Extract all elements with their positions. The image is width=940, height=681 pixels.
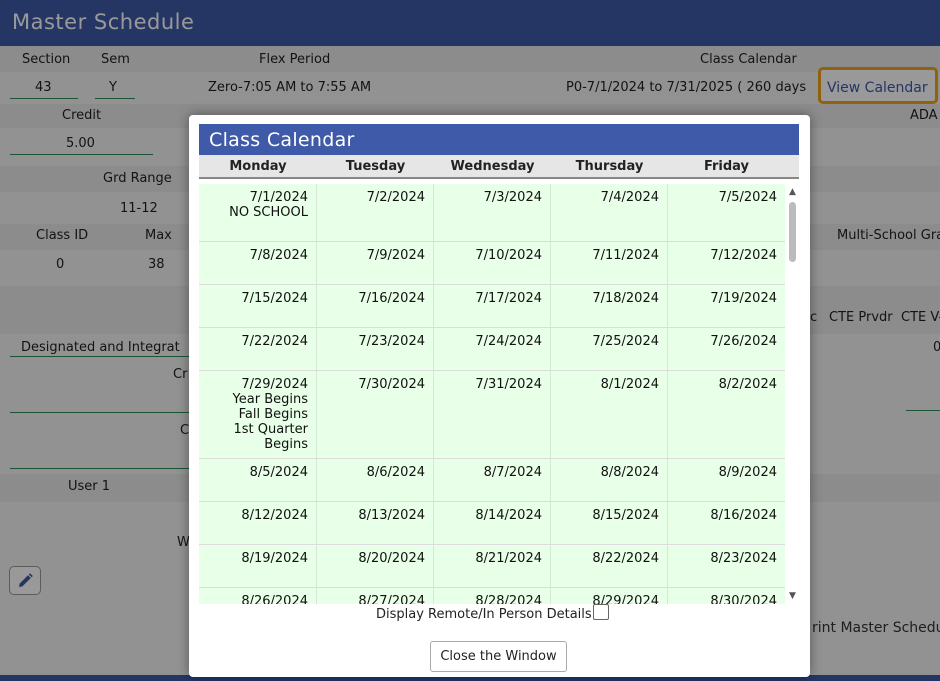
calendar-day-cell: 7/24/2024 [434,328,551,370]
calendar-day-cell: 7/9/2024 [317,242,434,284]
remote-details-checkbox[interactable] [592,603,609,620]
calendar-day-cell: 8/8/2024 [551,459,668,501]
calendar-day-cell: 8/30/2024 [668,588,785,604]
remote-details-row: Display Remote/In Person Details [376,603,609,622]
calendar-day-cell: 7/15/2024 [199,285,317,327]
calendar-day-cell: 8/7/2024 [434,459,551,501]
scroll-down-arrow-icon[interactable]: ▼ [786,590,799,602]
calendar-day-cell: 8/29/2024 [551,588,668,604]
calendar-day-cell: 8/23/2024 [668,545,785,587]
calendar-day-cell: 7/10/2024 [434,242,551,284]
calendar-day-cell: 8/22/2024 [551,545,668,587]
day-header-wednesday: Wednesday [450,159,535,174]
calendar-day-cell: 7/3/2024 [434,184,551,241]
calendar-day-cell: 7/11/2024 [551,242,668,284]
calendar-week-row: 7/15/2024 7/16/2024 7/17/2024 7/18/2024 7/19… [199,285,785,328]
calendar-day-cell: 8/9/2024 [668,459,785,501]
calendar-day-cell: 8/26/2024 [199,588,317,604]
calendar-day-cell: 7/1/2024 NO SCHOOL [199,184,317,241]
day-header-tuesday: Tuesday [345,159,406,174]
calendar-day-cell: 7/5/2024 [668,184,785,241]
day-header-friday: Friday [703,159,750,174]
calendar-day-cell: 8/28/2024 [434,588,551,604]
class-calendar-modal: Class Calendar Monday Tuesday Wednesday … [189,115,810,677]
calendar-day-cell: 7/12/2024 [668,242,785,284]
calendar-day-cell: 7/25/2024 [551,328,668,370]
close-window-button[interactable]: Close the Window [430,641,567,672]
calendar-week-row: 7/29/2024 Year Begins Fall Begins 1st Qu… [199,371,785,459]
calendar-day-cell: 8/1/2024 [551,371,668,458]
calendar-day-cell: 8/27/2024 [317,588,434,604]
calendar-day-cell: 7/16/2024 [317,285,434,327]
calendar-day-cell: 8/21/2024 [434,545,551,587]
calendar-day-cell: 7/19/2024 [668,285,785,327]
calendar-day-cell: 7/8/2024 [199,242,317,284]
scroll-thumb[interactable] [789,202,796,262]
scroll-up-arrow-icon[interactable]: ▲ [786,186,799,198]
calendar-day-cell: 8/12/2024 [199,502,317,544]
modal-title: Class Calendar [199,124,799,155]
calendar-scrollbar[interactable]: ▲ ▼ [786,184,799,604]
calendar-week-row: 7/1/2024 NO SCHOOL 7/2/2024 7/3/2024 7/4/20… [199,184,785,242]
calendar-day-cell: 7/26/2024 [668,328,785,370]
calendar-day-cell: 7/18/2024 [551,285,668,327]
calendar-day-cell: 8/15/2024 [551,502,668,544]
calendar-day-cell: 8/20/2024 [317,545,434,587]
calendar-week-row: 8/26/2024 8/27/2024 8/28/2024 8/29/2024 8/30… [199,588,785,604]
calendar-day-cell: 8/5/2024 [199,459,317,501]
calendar-day-cell: 7/17/2024 [434,285,551,327]
calendar-week-row: 8/5/2024 8/6/2024 8/7/2024 8/8/2024 8/9/2024 [199,459,785,502]
calendar-day-cell: 7/4/2024 [551,184,668,241]
calendar-day-cell: 8/2/2024 [668,371,785,458]
remote-details-label: Display Remote/In Person Details [376,607,592,622]
calendar-day-cell: 7/29/2024 Year Begins Fall Begins 1st Qu… [199,371,317,458]
calendar-day-cell: 7/2/2024 [317,184,434,241]
day-header-monday: Monday [229,159,287,174]
calendar-week-row: 8/19/2024 8/20/2024 8/21/2024 8/22/2024 8/23… [199,545,785,588]
day-header-thursday: Thursday [575,159,644,174]
calendar-grid[interactable]: 7/1/2024 NO SCHOOL 7/2/2024 7/3/2024 7/4/20… [199,184,785,604]
calendar-week-row: 8/12/2024 8/13/2024 8/14/2024 8/15/2024 8/16… [199,502,785,545]
calendar-day-cell: 8/19/2024 [199,545,317,587]
calendar-day-cell: 7/22/2024 [199,328,317,370]
calendar-day-cell: 7/30/2024 [317,371,434,458]
calendar-day-cell: 8/16/2024 [668,502,785,544]
calendar-day-cell: 8/6/2024 [317,459,434,501]
calendar-header: Monday Tuesday Wednesday Thursday Friday [199,155,799,179]
calendar-week-row: 7/22/2024 7/23/2024 7/24/2024 7/25/2024 7/26… [199,328,785,371]
calendar-day-cell: 7/31/2024 [434,371,551,458]
calendar-day-cell: 7/23/2024 [317,328,434,370]
calendar-week-row: 7/8/2024 7/9/2024 7/10/2024 7/11/2024 7/12/2… [199,242,785,285]
calendar-day-cell: 8/13/2024 [317,502,434,544]
calendar-day-cell: 8/14/2024 [434,502,551,544]
